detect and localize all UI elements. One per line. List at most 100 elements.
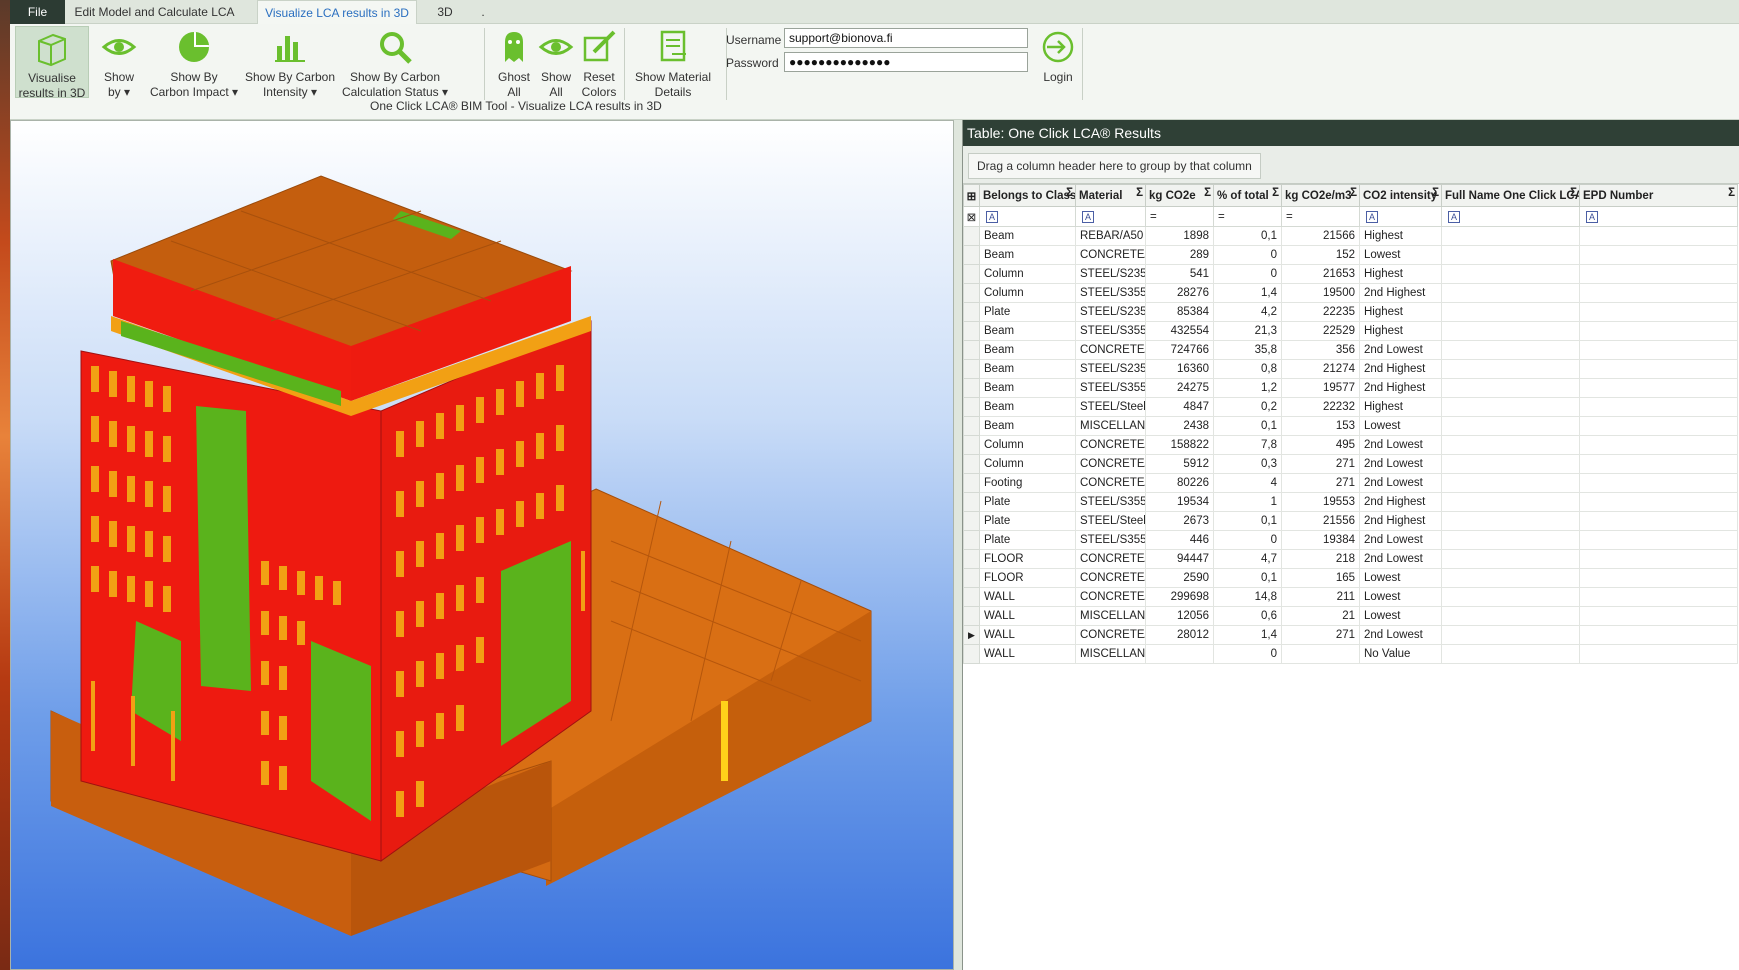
- table-cell[interactable]: 21653: [1281, 264, 1360, 284]
- show-all-button[interactable]: Show All: [535, 26, 577, 99]
- sum-icon[interactable]: Σ: [1432, 187, 1439, 199]
- sum-icon[interactable]: Σ: [1204, 187, 1211, 199]
- table-cell[interactable]: [1579, 454, 1738, 474]
- table-cell[interactable]: 7,8: [1213, 435, 1282, 455]
- table-cell[interactable]: REBAR/A50: [1075, 226, 1146, 246]
- table-cell[interactable]: [1145, 644, 1214, 664]
- table-cell[interactable]: STEEL/S235: [1075, 302, 1146, 322]
- table-cell[interactable]: 218: [1281, 549, 1360, 569]
- table-cell[interactable]: 724766: [1145, 340, 1214, 360]
- table-cell[interactable]: Beam: [979, 340, 1076, 360]
- show-by-carbon-impact-button[interactable]: Show By Carbon Impact ▾: [144, 26, 244, 99]
- table-cell[interactable]: 1,2: [1213, 378, 1282, 398]
- table-cell[interactable]: [1579, 492, 1738, 512]
- table-cell[interactable]: 2nd Lowest: [1359, 435, 1442, 455]
- table-cell[interactable]: 271: [1281, 473, 1360, 493]
- row-selector[interactable]: [963, 587, 980, 607]
- row-selector[interactable]: [963, 473, 980, 493]
- table-cell[interactable]: [1579, 644, 1738, 664]
- table-cell[interactable]: Beam: [979, 226, 1076, 246]
- table-cell[interactable]: 271: [1281, 454, 1360, 474]
- table-cell[interactable]: 0: [1213, 245, 1282, 265]
- table-cell[interactable]: Highest: [1359, 302, 1442, 322]
- visualise-results-button[interactable]: Visualise results in 3D: [15, 26, 89, 100]
- table-cell[interactable]: 85384: [1145, 302, 1214, 322]
- table-cell[interactable]: [1441, 397, 1580, 417]
- table-row[interactable]: Footing CONCRETE/80226 4 271 2nd Lowest: [963, 473, 1738, 493]
- table-cell[interactable]: 0,8: [1213, 359, 1282, 379]
- table-cell[interactable]: 22232: [1281, 397, 1360, 417]
- table-row[interactable]: WALL CONCRETE/299698 14,8 211 Lowest: [963, 587, 1738, 607]
- table-cell[interactable]: Column: [979, 435, 1076, 455]
- table-cell[interactable]: No Value: [1359, 644, 1442, 664]
- reset-colors-button[interactable]: Reset Colors: [577, 26, 621, 99]
- table-row[interactable]: Column CONCRETE/158822 7,8 495 2nd Lowest: [963, 435, 1738, 455]
- filter-cell[interactable]: =: [1281, 206, 1360, 227]
- show-by-calc-status-button[interactable]: Show By Carbon Calculation Status ▾: [340, 26, 450, 99]
- table-row[interactable]: Beam MISCELLAN 2438 0,1 153 Lowest: [963, 416, 1738, 436]
- table-cell[interactable]: 271: [1281, 625, 1360, 645]
- table-cell[interactable]: Lowest: [1359, 245, 1442, 265]
- table-cell[interactable]: 165: [1281, 568, 1360, 588]
- table-cell[interactable]: 28012: [1145, 625, 1214, 645]
- table-cell[interactable]: CONCRETE/: [1075, 435, 1146, 455]
- tab-edit-model[interactable]: Edit Model and Calculate LCA: [72, 0, 237, 24]
- table-cell[interactable]: 4: [1213, 473, 1282, 493]
- row-selector[interactable]: [963, 511, 980, 531]
- table-cell[interactable]: 19500: [1281, 283, 1360, 303]
- table-cell[interactable]: [1579, 397, 1738, 417]
- row-selector[interactable]: [963, 435, 980, 455]
- table-row[interactable]: Plate STEEL/S235 85384 4,2 22235 Highest: [963, 302, 1738, 322]
- col-header-full-name[interactable]: Full Name One Click LCA Σ: [1441, 184, 1580, 207]
- table-cell[interactable]: Plate: [979, 492, 1076, 512]
- table-cell[interactable]: [1579, 226, 1738, 246]
- table-cell[interactable]: 2nd Highest: [1359, 283, 1442, 303]
- table-cell[interactable]: 299698: [1145, 587, 1214, 607]
- row-selector[interactable]: [963, 397, 980, 417]
- sum-icon[interactable]: Σ: [1066, 187, 1073, 199]
- table-row[interactable]: Plate STEEL/Steel 2673 0,1 21556 2nd Highest: [963, 511, 1738, 531]
- table-cell[interactable]: 19553: [1281, 492, 1360, 512]
- table-cell[interactable]: Beam: [979, 416, 1076, 436]
- table-cell[interactable]: Plate: [979, 530, 1076, 550]
- 3d-viewport[interactable]: [10, 120, 954, 970]
- table-cell[interactable]: 21: [1281, 606, 1360, 626]
- table-cell[interactable]: 4,7: [1213, 549, 1282, 569]
- table-cell[interactable]: 495: [1281, 435, 1360, 455]
- table-cell[interactable]: [1441, 378, 1580, 398]
- table-cell[interactable]: MISCELLAN: [1075, 606, 1146, 626]
- col-header-co2-intensity[interactable]: CO2 intensity Σ: [1359, 184, 1442, 207]
- row-selector[interactable]: ▶: [963, 625, 980, 645]
- table-cell[interactable]: 0,3: [1213, 454, 1282, 474]
- col-header-percent[interactable]: % of total Σ: [1213, 184, 1282, 207]
- table-cell[interactable]: [1579, 340, 1738, 360]
- table-cell[interactable]: 16360: [1145, 359, 1214, 379]
- table-cell[interactable]: [1579, 264, 1738, 284]
- table-cell[interactable]: 0,6: [1213, 606, 1282, 626]
- table-cell[interactable]: [1441, 511, 1580, 531]
- table-cell[interactable]: [1579, 549, 1738, 569]
- table-cell[interactable]: 21274: [1281, 359, 1360, 379]
- table-cell[interactable]: 0,1: [1213, 511, 1282, 531]
- table-cell[interactable]: [1441, 473, 1580, 493]
- table-cell[interactable]: WALL: [979, 644, 1076, 664]
- table-cell[interactable]: [1441, 245, 1580, 265]
- row-selector[interactable]: [963, 302, 980, 322]
- tab-3d[interactable]: 3D: [430, 0, 460, 24]
- filter-cell[interactable]: A: [1075, 206, 1146, 227]
- table-cell[interactable]: WALL: [979, 625, 1076, 645]
- filter-cell[interactable]: A: [1441, 206, 1580, 227]
- table-cell[interactable]: CONCRETE/: [1075, 587, 1146, 607]
- table-cell[interactable]: WALL: [979, 606, 1076, 626]
- row-selector[interactable]: [963, 644, 980, 664]
- row-selector[interactable]: [963, 378, 980, 398]
- row-selector[interactable]: [963, 416, 980, 436]
- table-row[interactable]: Beam STEEL/S355 24275 1,2 19577 2nd Highest: [963, 378, 1738, 398]
- table-cell[interactable]: Highest: [1359, 397, 1442, 417]
- table-cell[interactable]: 152: [1281, 245, 1360, 265]
- table-cell[interactable]: Column: [979, 454, 1076, 474]
- table-cell[interactable]: 2nd Lowest: [1359, 473, 1442, 493]
- table-cell[interactable]: 2nd Lowest: [1359, 340, 1442, 360]
- table-cell[interactable]: STEEL/Steel: [1075, 511, 1146, 531]
- login-button[interactable]: Login: [1036, 26, 1080, 98]
